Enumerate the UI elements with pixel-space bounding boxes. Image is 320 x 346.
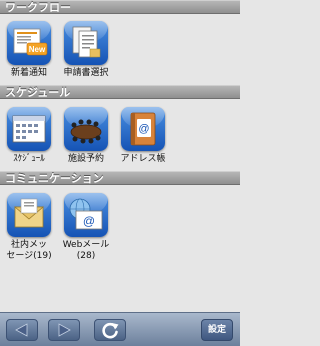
settings-button[interactable]: 設定: [201, 319, 233, 341]
app-label: 社内メッ セージ(19): [6, 240, 52, 261]
app-facility-reservation[interactable]: 施設予約: [60, 107, 112, 165]
app-label: 新着通知: [10, 68, 47, 78]
app-form-select[interactable]: 申請書選択: [60, 21, 112, 79]
refresh-button[interactable]: [94, 319, 126, 341]
section-header-workflow: ワークフロー: [0, 0, 240, 14]
app-label: ｽｹｼﾞｭｰﾙ: [13, 154, 45, 164]
form-select-icon: [64, 21, 108, 65]
app-internal-message[interactable]: 社内メッ セージ(19): [3, 193, 55, 262]
new-badge: New: [29, 45, 46, 54]
calendar-icon: [7, 107, 51, 151]
section-header-schedule: スケジュール: [0, 85, 240, 99]
meeting-room-icon: [64, 107, 108, 151]
section-header-communication: コミュニケーション: [0, 171, 240, 185]
bottom-toolbar: 設定: [0, 312, 240, 346]
svg-text:@: @: [83, 214, 95, 228]
app-label: 申請書選択: [63, 68, 109, 78]
app-schedule[interactable]: ｽｹｼﾞｭｰﾙ: [3, 107, 55, 165]
app-address-book[interactable]: @ アドレス帳: [117, 107, 169, 165]
app-new-notification[interactable]: New 新着通知: [3, 21, 55, 79]
svg-text:@: @: [138, 123, 149, 135]
new-notification-icon: New: [7, 21, 51, 65]
forward-button[interactable]: [48, 319, 80, 341]
app-label: アドレス帳: [120, 154, 166, 164]
back-arrow-icon: [15, 323, 28, 337]
webmail-icon: @: [64, 193, 108, 237]
forward-arrow-icon: [58, 323, 71, 337]
app-label: 施設予約: [67, 154, 104, 164]
app-label: Webメール (28): [62, 240, 110, 261]
back-button[interactable]: [6, 319, 38, 341]
internal-message-icon: [7, 193, 51, 237]
refresh-icon: [102, 322, 119, 339]
address-book-icon: @: [121, 107, 165, 151]
app-webmail[interactable]: @ Webメール (28): [60, 193, 112, 262]
